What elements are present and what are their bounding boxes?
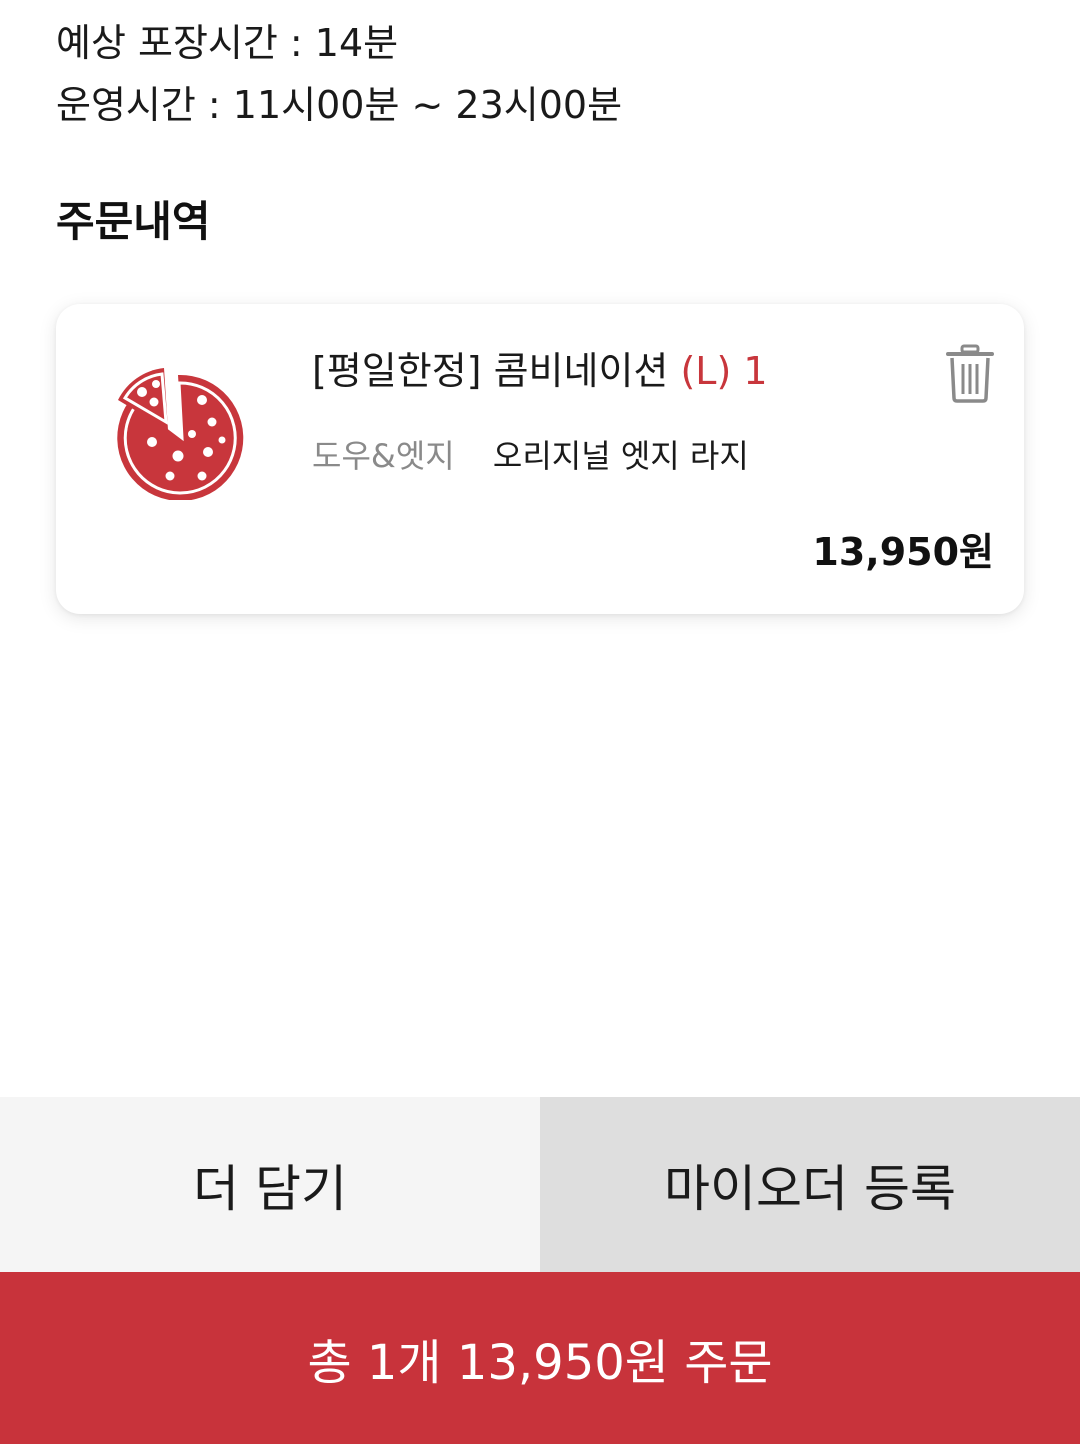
operating-hours-text: 운영시간 : 11시00분 ~ 23시00분 xyxy=(56,83,623,127)
item-quantity: 1 xyxy=(743,349,768,393)
order-section-title: 주문내역 xyxy=(56,197,211,246)
trash-icon[interactable] xyxy=(944,344,996,404)
order-button[interactable]: 총 1개 13,950원 주문 xyxy=(0,1272,1080,1444)
option-label: 도우&엣지 xyxy=(312,437,455,475)
order-item-card: [평일한정] 콤비네이션 (L) 1 도우&엣지 오리지널 엣지 라지 13,9… xyxy=(56,304,1024,614)
item-price: 13,950원 xyxy=(812,530,994,574)
packing-time-text: 예상 포장시간 : 14분 xyxy=(56,21,399,65)
store-info: 예상 포장시간 : 14분 운영시간 : 11시00분 ~ 23시00분 xyxy=(56,12,622,136)
pizza-icon xyxy=(117,368,244,500)
option-row: 도우&엣지 오리지널 엣지 라지 xyxy=(312,432,749,480)
item-size: (L) xyxy=(680,349,732,393)
order-page: 예상 포장시간 : 14분 운영시간 : 11시00분 ~ 23시00분 주문내… xyxy=(0,0,1080,1444)
add-more-button[interactable]: 더 담기 xyxy=(0,1097,540,1272)
register-my-order-button[interactable]: 마이오더 등록 xyxy=(540,1097,1080,1272)
option-value: 오리지널 엣지 라지 xyxy=(492,437,749,475)
item-name: [평일한정] 콤비네이션 xyxy=(312,349,669,393)
secondary-button-row: 더 담기 마이오더 등록 xyxy=(0,1097,1080,1272)
item-title: [평일한정] 콤비네이션 (L) 1 xyxy=(312,342,768,400)
